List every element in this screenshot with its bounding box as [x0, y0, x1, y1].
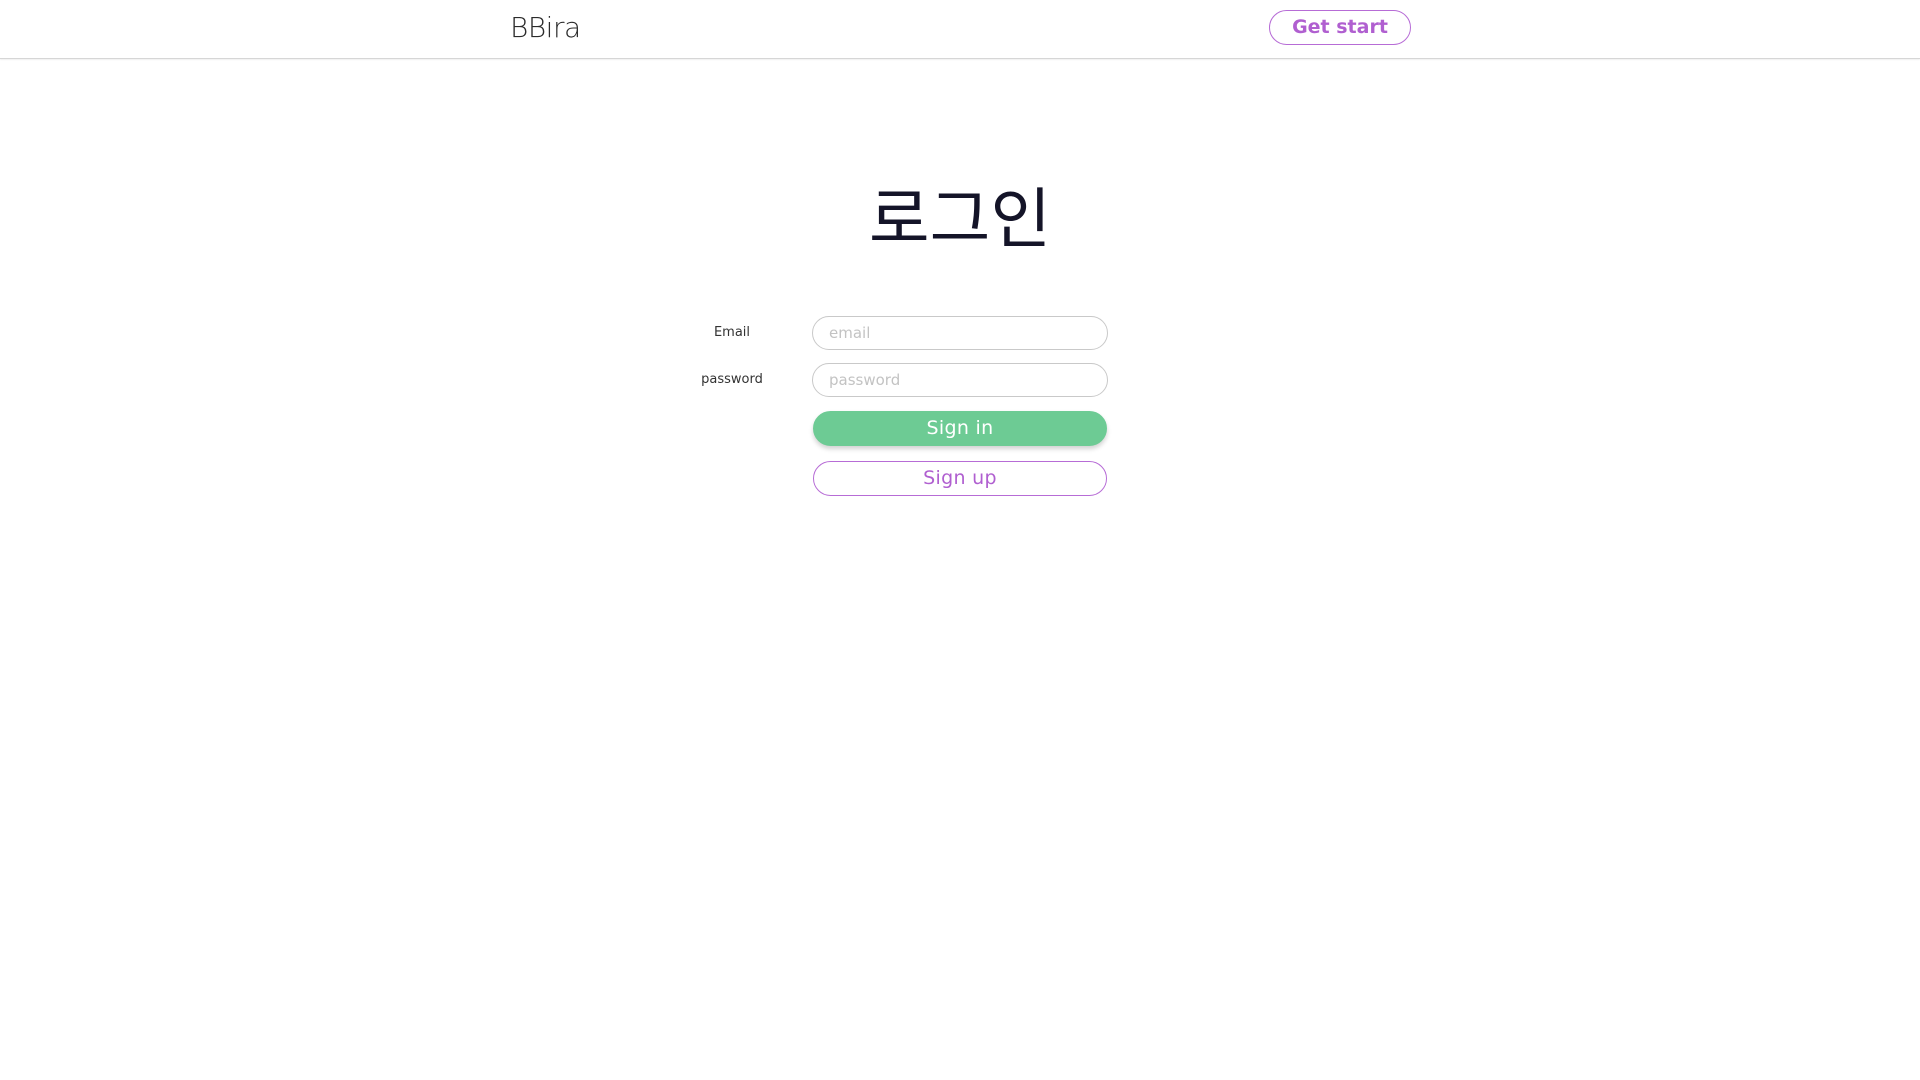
- email-label: Email: [713, 325, 751, 340]
- brand-logo[interactable]: BBira: [510, 10, 581, 46]
- email-field[interactable]: [812, 316, 1108, 350]
- sign-in-button[interactable]: Sign in: [813, 411, 1107, 446]
- password-label: password: [701, 372, 763, 387]
- page-title: 로그인: [868, 181, 1052, 258]
- password-field[interactable]: [812, 363, 1108, 397]
- top-navbar: BBira Get start: [0, 0, 1920, 59]
- sign-up-button[interactable]: Sign up: [813, 461, 1107, 496]
- get-start-button[interactable]: Get start: [1269, 10, 1411, 45]
